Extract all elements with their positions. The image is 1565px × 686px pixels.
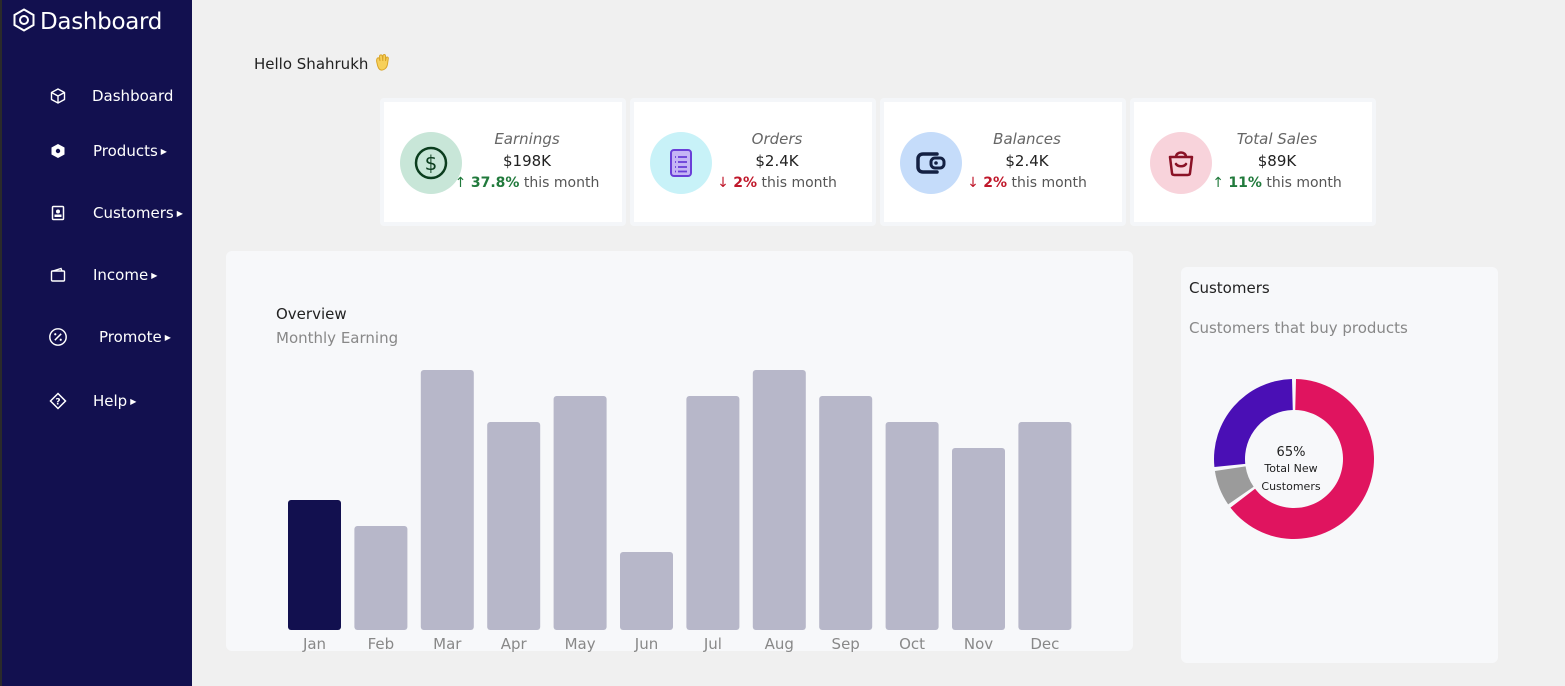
bar-jan[interactable] [288, 500, 341, 630]
donut-center-label: Total New [1264, 462, 1318, 475]
sidebar-item-label: Products [93, 142, 158, 160]
id-card-icon [48, 203, 68, 223]
sidebar-item-dashboard[interactable]: Dashboard [48, 86, 173, 106]
bar-dec[interactable] [1018, 422, 1072, 630]
x-tick-label: Dec [1030, 635, 1059, 653]
stat-percent: 11% [1228, 175, 1262, 191]
stat-change: ↑ 11% this month [1202, 175, 1352, 191]
stat-label: Earnings [494, 130, 560, 148]
caret-right-icon: ▶ [164, 332, 171, 342]
x-tick-label: Apr [501, 635, 528, 653]
customers-panel: Customers Customers that buy products 65… [1181, 267, 1498, 663]
arrow-up-icon: ↑ [1212, 175, 1224, 191]
x-tick-label: Jan [302, 635, 326, 653]
overview-panel: Overview Monthly Earning Jan Feb Mar Apr May… [226, 251, 1133, 653]
box-icon [48, 141, 68, 161]
x-tick-label: May [565, 635, 596, 653]
stat-change: ↓ 2% this month [702, 175, 852, 191]
stat-label: Orders [751, 130, 803, 148]
brand-title: Dashboard [40, 9, 163, 35]
x-tick-label: Mar [433, 635, 462, 653]
stat-suffix: this month [1011, 175, 1087, 191]
sidebar-item-label: Promote [99, 328, 162, 346]
stat-card-balances: Balances $2.4K ↓ 2% this month [880, 98, 1126, 226]
sidebar: Dashboard Dashboard Products ▶ Customers… [0, 0, 192, 686]
sidebar-item-income[interactable]: Income ▶ [48, 265, 157, 285]
sidebar-item-label: Income [93, 266, 149, 284]
sidebar-item-label: Customers [93, 204, 174, 222]
x-tick-label: Jun [634, 635, 658, 653]
bar-may[interactable] [553, 396, 607, 630]
x-tick-label: Feb [368, 635, 395, 653]
stat-card-total-sales: Total Sales $89K ↑ 11% this month [1130, 98, 1376, 226]
cube-icon [48, 86, 68, 106]
stat-card-earnings: $ Earnings $198K ↑ 37.8% this month [380, 98, 626, 226]
stat-value: $2.4K [755, 152, 799, 170]
sidebar-item-customers[interactable]: Customers ▶ [48, 203, 183, 223]
stat-percent: 2% [983, 175, 1008, 191]
caret-right-icon: ▶ [160, 146, 167, 156]
donut-center-value: 65% [1276, 445, 1306, 460]
stat-percent: 37.8% [470, 175, 520, 191]
wallet-icon [48, 265, 68, 285]
stat-suffix: this month [1266, 175, 1342, 191]
bar-chart: Jan Feb Mar Apr May Jun Jul Aug Sep Oct Nov Dec [288, 370, 1072, 653]
brand[interactable]: Dashboard [12, 8, 162, 36]
arrow-down-icon: ↓ [717, 175, 729, 191]
donut-center: 65% Total New Customers [1251, 445, 1331, 496]
svg-text:$: $ [425, 151, 438, 175]
x-tick-label: Nov [964, 635, 993, 653]
x-tick-label: Sep [832, 635, 860, 653]
bar-jul[interactable] [686, 396, 740, 630]
caret-right-icon: ▶ [176, 208, 183, 218]
stat-change: ↑ 37.8% this month [452, 175, 602, 191]
bar-mar[interactable] [420, 370, 474, 630]
stat-suffix: this month [761, 175, 837, 191]
bar-sep[interactable] [819, 396, 873, 630]
donut-chart [1214, 379, 1374, 539]
sidebar-item-products[interactable]: Products ▶ [48, 141, 167, 161]
greeting: Hello Shahrukh [254, 52, 392, 76]
sidebar-item-promote[interactable]: Promote ▶ [48, 327, 171, 347]
stat-label: Balances [993, 130, 1061, 148]
bar-oct[interactable] [885, 422, 939, 630]
stat-value: $198K [502, 152, 551, 170]
bar-nov[interactable] [952, 448, 1005, 630]
arrow-up-icon: ↑ [454, 175, 467, 191]
stat-value: $89K [1257, 152, 1297, 170]
stat-value: $2.4K [1005, 152, 1049, 170]
svg-text:?: ? [55, 398, 60, 408]
help-icon: ? [48, 391, 68, 411]
caret-right-icon: ▶ [151, 270, 158, 280]
arrow-down-icon: ↓ [967, 175, 979, 191]
x-tick-label: Aug [765, 635, 794, 653]
sidebar-item-label: Dashboard [92, 87, 174, 105]
wave-hand-icon [372, 52, 392, 76]
bar-feb[interactable] [354, 526, 408, 630]
sidebar-item-help[interactable]: ? Help ▶ [48, 391, 136, 411]
discount-icon [48, 327, 68, 347]
bar-aug[interactable] [752, 370, 806, 630]
stat-label: Total Sales [1236, 130, 1318, 148]
x-tick-label: Jul [703, 635, 722, 653]
sidebar-item-label: Help [93, 392, 128, 410]
greeting-text: Hello Shahrukh [254, 55, 369, 73]
x-tick-label: Oct [899, 635, 925, 653]
stat-suffix: this month [523, 175, 600, 191]
stat-card-orders: Orders $2.4K ↓ 2% this month [630, 98, 876, 226]
logo-icon [12, 8, 36, 36]
bar-apr[interactable] [487, 422, 541, 630]
stat-change: ↓ 2% this month [952, 175, 1102, 191]
caret-right-icon: ▶ [130, 396, 137, 406]
stat-percent: 2% [733, 175, 758, 191]
donut-center-label: Customers [1261, 480, 1321, 493]
bar-jun[interactable] [620, 552, 673, 630]
